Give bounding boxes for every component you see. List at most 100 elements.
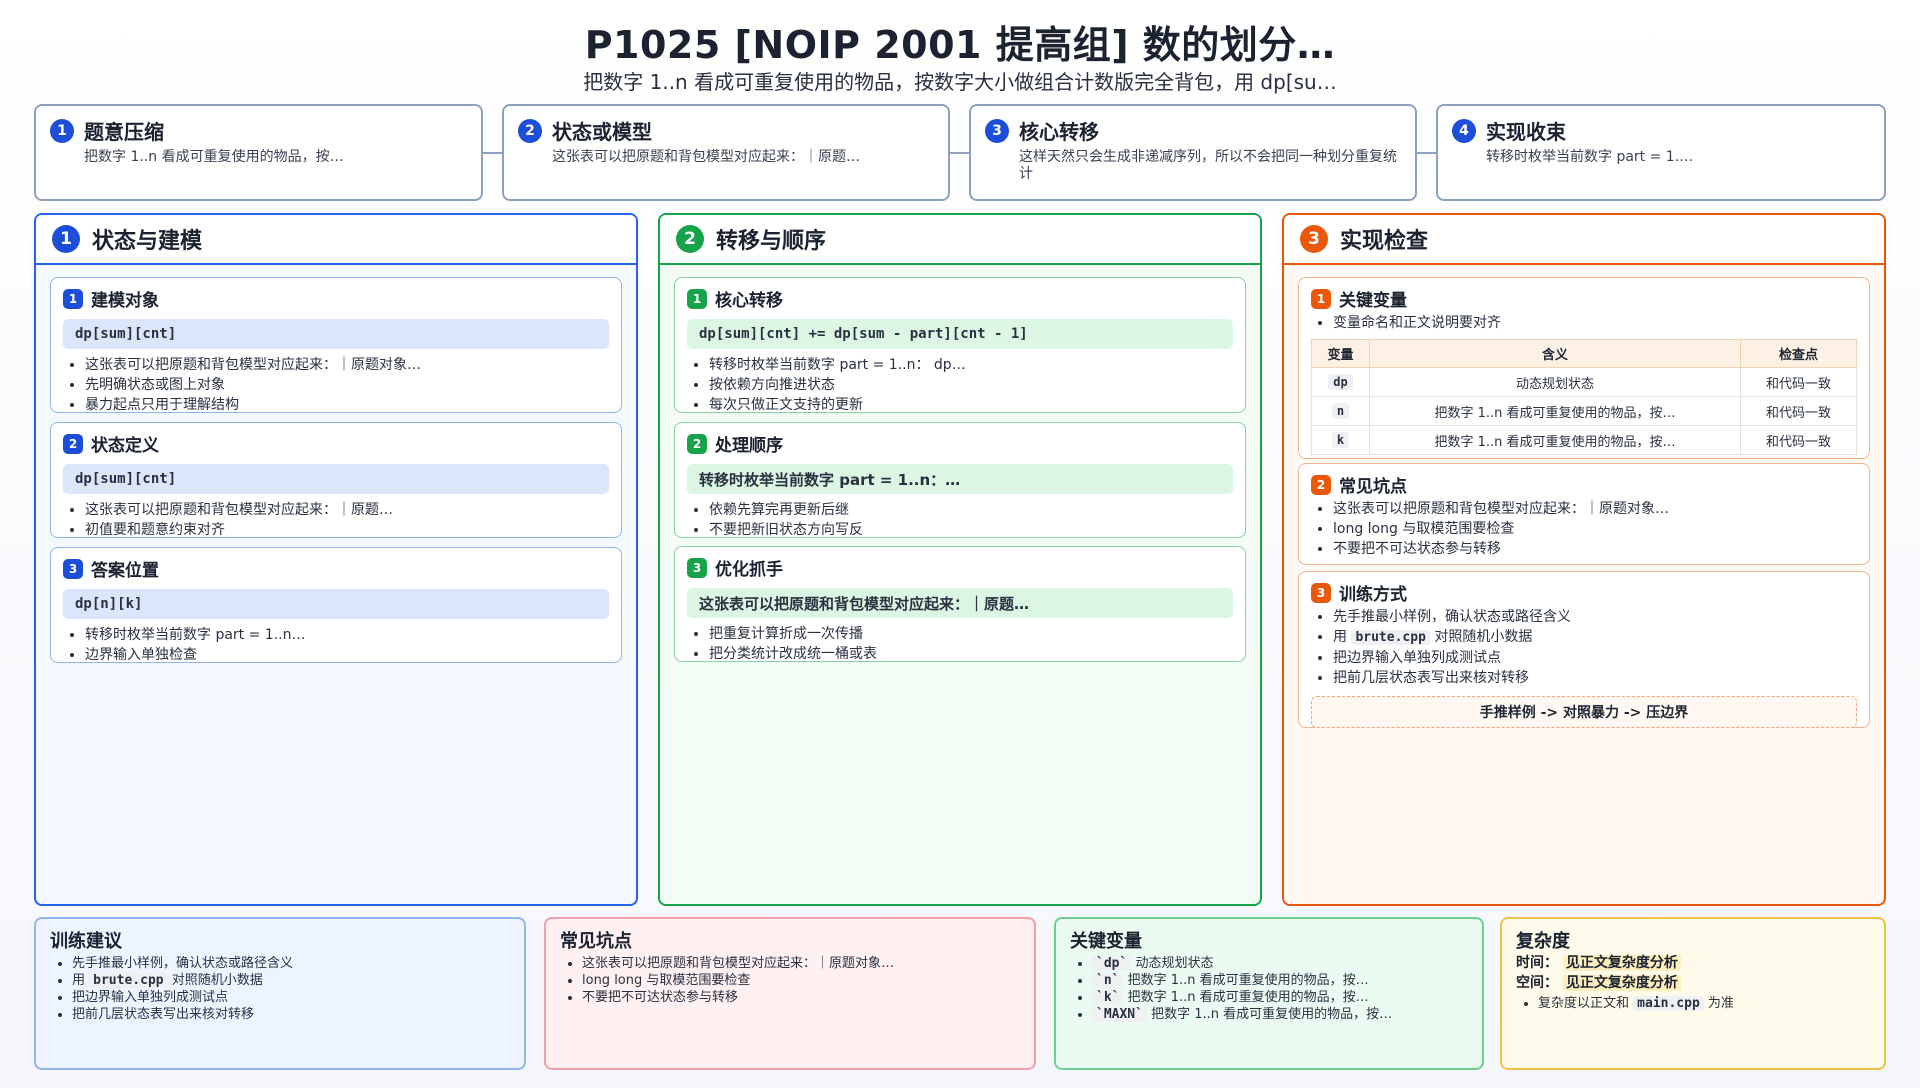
list-item: 把分类统计改成统一桶或表 (709, 644, 1233, 664)
list-item: 先明确状态或图上对象 (85, 375, 609, 395)
bullet-list: 这张表可以把原题和背包模型对应起来：｜原题对象… long long 与取模范围… (560, 955, 1020, 1006)
inline-code: `n` (1092, 973, 1124, 988)
table-header: 检查点 (1740, 339, 1857, 368)
code-snippet: 转移时枚举当前数字 part = 1..n：… (687, 464, 1233, 494)
state-modeling-column: 1 状态与建模 1 建模对象 dp[sum][cnt] 这张表可以把原题和背包模… (34, 213, 638, 906)
list-item: long long 与取模范围要检查 (1333, 519, 1857, 539)
variable-meaning: 动态规划状态 (1369, 367, 1741, 397)
column-number-badge: 1 (52, 225, 80, 253)
list-item: 把边界输入单独列成测试点 (1333, 648, 1857, 668)
list-item: 复杂度以正文和 main.cpp 为准 (1538, 995, 1870, 1012)
card-title: 关键变量 (1339, 291, 1407, 311)
list-item: 先手推最小样例，确认状态或路径含义 (72, 955, 510, 972)
processing-order-card: 2 处理顺序 转移时枚举当前数字 part = 1..n：… 依赖先算完再更新后… (674, 422, 1246, 538)
list-item: 这张表可以把原题和背包模型对应起来：｜原题对象… (85, 355, 609, 375)
step-number-badge: 4 (1452, 118, 1476, 143)
list-item: 这张表可以把原题和背包模型对应起来：｜原题对象… (582, 955, 1020, 972)
bullet-list: 复杂度以正文和 main.cpp 为准 (1516, 995, 1870, 1012)
implementation-check-column: 3 实现检查 1 关键变量 变量命名和正文说明要对齐 变量 含义 检查点 dp … (1282, 213, 1886, 906)
step-number-badge: 1 (50, 118, 74, 143)
code-snippet: dp[sum][cnt] += dp[sum - part][cnt - 1] (687, 319, 1233, 349)
step-text: 这样天然只会生成非递减序列，所以不会把同一种划分重复统计 (1019, 149, 1397, 182)
variable-check: 和代码一致 (1740, 396, 1857, 426)
list-item: `MAXN` 把数字 1..n 看成可重复使用的物品，按… (1092, 1006, 1468, 1023)
core-transition-card: 1 核心转移 dp[sum][cnt] += dp[sum - part][cn… (674, 277, 1246, 413)
step-connector (483, 152, 502, 154)
table-row: n 把数字 1..n 看成可重复使用的物品，按… 和代码一致 (1311, 396, 1857, 426)
space-complexity: 空间： 见正文复杂度分析 (1516, 973, 1870, 993)
list-item: 不要把新旧状态方向写反 (709, 520, 1233, 540)
card-title: 优化抓手 (715, 560, 783, 580)
card-number-badge: 2 (687, 433, 707, 454)
step-text: 这张表可以把原题和背包模型对应起来：｜原题… (552, 149, 860, 165)
variable-meaning: 把数字 1..n 看成可重复使用的物品，按… (1369, 425, 1741, 455)
list-item: `k` 把数字 1..n 看成可重复使用的物品，按… (1092, 989, 1468, 1006)
list-item: 先手推最小样例，确认状态或路径含义 (1333, 607, 1857, 627)
list-item: 依赖先算完再更新后继 (709, 500, 1233, 520)
list-item: `n` 把数字 1..n 看成可重复使用的物品，按… (1092, 972, 1468, 989)
variable-name: dp (1328, 373, 1353, 390)
step-title: 实现收束 (1486, 120, 1566, 144)
answer-position-card: 3 答案位置 dp[n][k] 转移时枚举当前数字 part = 1..n… 边… (50, 547, 622, 663)
card-title: 训练建议 (50, 931, 122, 952)
bullet-list: 这张表可以把原题和背包模型对应起来：｜原题对象… long long 与取模范围… (1311, 499, 1857, 559)
inline-code: brute.cpp (1351, 630, 1430, 645)
transition-order-column: 2 转移与顺序 1 核心转移 dp[sum][cnt] += dp[sum - … (658, 213, 1262, 906)
pitfalls-card: 2 常见坑点 这张表可以把原题和背包模型对应起来：｜原题对象… long lon… (1298, 463, 1870, 565)
variable-meaning: 把数字 1..n 看成可重复使用的物品，按… (1369, 396, 1741, 426)
card-title: 常见坑点 (560, 931, 632, 952)
column-number-badge: 3 (1300, 225, 1328, 253)
list-item: 不要把不可达状态参与转移 (582, 989, 1020, 1006)
step-text: 把数字 1..n 看成可重复使用的物品，按… (84, 149, 344, 165)
step-title: 状态或模型 (552, 120, 652, 144)
page-title: P1025 [NOIP 2001 提高组] 数的划分… (584, 23, 1336, 67)
card-title: 常见坑点 (1339, 477, 1407, 497)
column-title: 转移与顺序 (716, 229, 827, 254)
card-number-badge: 2 (63, 433, 83, 454)
card-title: 建模对象 (91, 291, 159, 311)
list-item: 每次只做正文支持的更新 (709, 395, 1233, 415)
step-text: 转移时枚举当前数字 part = 1.… (1486, 149, 1694, 165)
card-title: 复杂度 (1516, 931, 1570, 952)
bullet-list: `dp` 动态规划状态 `n` 把数字 1..n 看成可重复使用的物品，按… `… (1070, 955, 1468, 1023)
variable-check: 和代码一致 (1740, 367, 1857, 397)
complexity-card: 复杂度 时间： 见正文复杂度分析 空间： 见正文复杂度分析 复杂度以正文和 ma… (1500, 917, 1886, 1070)
workflow-tip: 手推样例 -> 对照暴力 -> 压边界 (1311, 696, 1857, 728)
list-item: 把重复计算折成一次传播 (709, 624, 1233, 644)
page-subtitle: 把数字 1..n 看成可重复使用的物品，按数字大小做组合计数版完全背包，用 dp… (583, 70, 1337, 94)
list-item: 用 brute.cpp 对照随机小数据 (1333, 627, 1857, 648)
list-item: 按依赖方向推进状态 (709, 375, 1233, 395)
card-title: 训练方式 (1339, 585, 1407, 605)
inline-code: main.cpp (1633, 996, 1704, 1011)
variable-name: k (1331, 431, 1350, 448)
list-item: 暴力起点只用于理解结构 (85, 395, 609, 415)
step-number-badge: 2 (518, 118, 542, 143)
optimization-card: 3 优化抓手 这张表可以把原题和背包模型对应起来：｜原题… 把重复计算折成一次传… (674, 546, 1246, 662)
list-item: 不要把不可达状态参与转移 (1333, 539, 1857, 559)
list-item: 这张表可以把原题和背包模型对应起来：｜原题… (85, 500, 609, 520)
list-item: 变量命名和正文说明要对齐 (1333, 313, 1857, 333)
list-item: 把前几层状态表写出来核对转移 (1333, 668, 1857, 688)
step-card-1: 1 题意压缩 把数字 1..n 看成可重复使用的物品，按… (34, 104, 483, 201)
training-suggestions-card: 训练建议 先手推最小样例，确认状态或路径含义 用 brute.cpp 对照随机小… (34, 917, 526, 1070)
step-title: 核心转移 (1019, 120, 1099, 144)
inline-code: `k` (1092, 990, 1124, 1005)
inline-code: `dp` (1092, 956, 1132, 971)
card-title: 处理顺序 (715, 436, 783, 456)
column-number-badge: 2 (676, 225, 704, 253)
code-snippet: dp[sum][cnt] (63, 319, 609, 349)
bullet-list: 变量命名和正文说明要对齐 (1311, 313, 1857, 333)
variable-check: 和代码一致 (1740, 425, 1857, 455)
list-item: long long 与取模范围要检查 (582, 972, 1020, 989)
card-title: 答案位置 (91, 561, 159, 581)
list-item: `dp` 动态规划状态 (1092, 955, 1468, 972)
bullet-list: 转移时枚举当前数字 part = 1..n… 边界输入单独检查 (63, 625, 609, 665)
modeling-object-card: 1 建模对象 dp[sum][cnt] 这张表可以把原题和背包模型对应起来：｜原… (50, 277, 622, 413)
step-card-3: 3 核心转移 这样天然只会生成非递减序列，所以不会把同一种划分重复统计 (969, 104, 1417, 201)
card-number-badge: 2 (1311, 474, 1331, 495)
training-method-card: 3 训练方式 先手推最小样例，确认状态或路径含义 用 brute.cpp 对照随… (1298, 571, 1870, 728)
step-number-badge: 3 (985, 118, 1009, 143)
step-connector (1417, 152, 1436, 154)
list-item: 初值要和题意约束对齐 (85, 520, 609, 540)
step-card-2: 2 状态或模型 这张表可以把原题和背包模型对应起来：｜原题… (502, 104, 950, 201)
